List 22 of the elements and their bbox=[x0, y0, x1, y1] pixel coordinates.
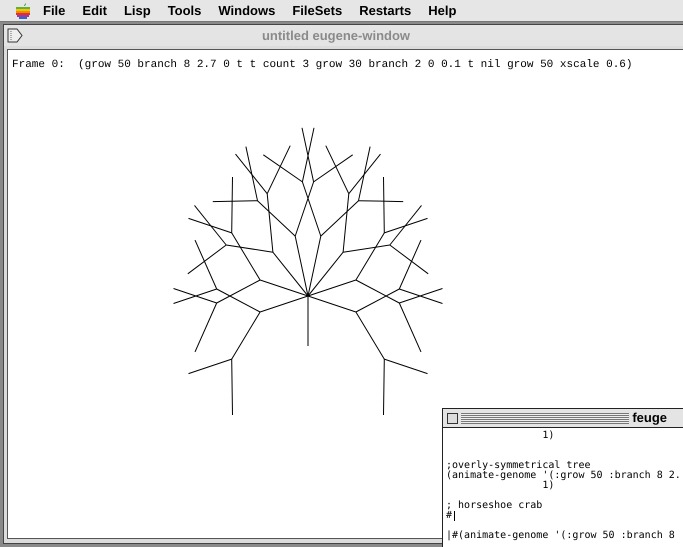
code-line: |#(animate-genome '(:grow 50 :branch 8 bbox=[446, 531, 675, 541]
code-line: # bbox=[446, 511, 452, 521]
code-line: (animate-genome '(:grow 50 :branch 8 2. bbox=[446, 471, 681, 481]
menu-item[interactable]: FileSets bbox=[292, 0, 342, 20]
code-line: 1) bbox=[541, 431, 554, 441]
code-line: ;overly-symmetrical tree bbox=[446, 461, 590, 471]
menu-item[interactable]: Tools bbox=[168, 0, 202, 20]
menu-item[interactable]: Windows bbox=[218, 0, 276, 20]
menu-item[interactable]: Edit bbox=[82, 0, 107, 20]
menu-item[interactable]: Restarts bbox=[359, 0, 412, 20]
menu-item[interactable]: Help bbox=[428, 0, 456, 20]
window-title: feuge bbox=[632, 409, 668, 428]
window-title: untitled eugene-window bbox=[262, 26, 410, 45]
close-box[interactable] bbox=[447, 412, 458, 424]
frame-label: Frame 0: (grow 50 branch 8 2.7 0 t t count 3 grow 30 branch 2 0 0.1 t nil grow 50 xscale 0.6) bbox=[12, 59, 633, 71]
code-line: 1) bbox=[541, 481, 554, 491]
text-cursor bbox=[454, 511, 456, 521]
apple-logo-icon[interactable] bbox=[15, 2, 31, 19]
menu-item[interactable]: Lisp bbox=[124, 0, 151, 20]
code-line: ; horseshoe crab bbox=[446, 501, 542, 511]
menu-item[interactable]: File bbox=[43, 0, 66, 20]
collapse-box-icon[interactable] bbox=[7, 28, 23, 43]
